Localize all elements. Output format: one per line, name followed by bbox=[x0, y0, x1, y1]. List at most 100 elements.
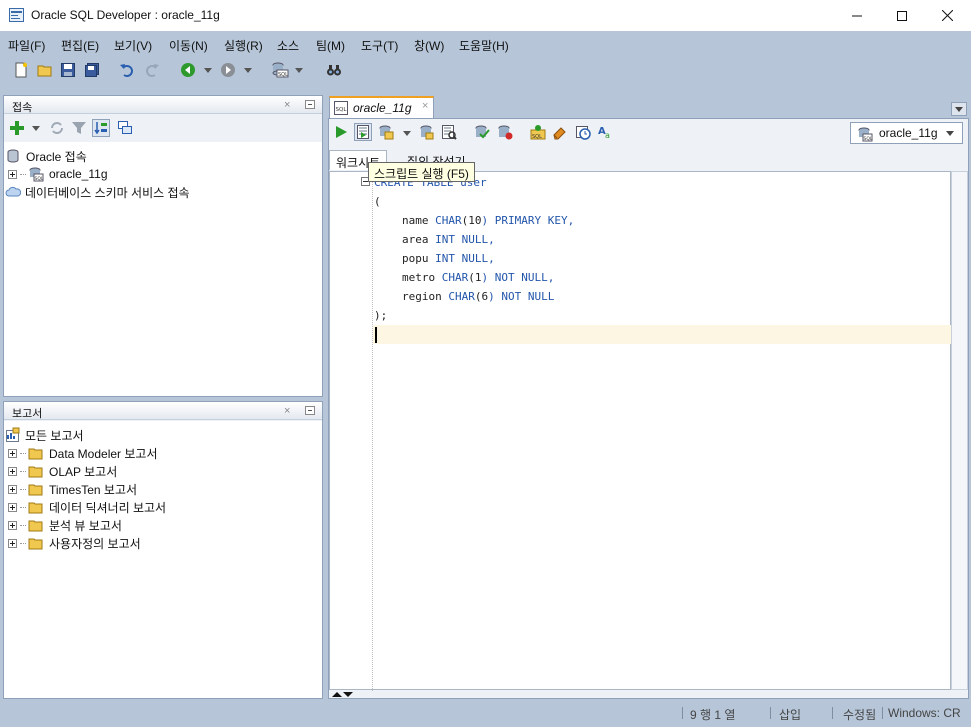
menu-file[interactable]: 파일(F) bbox=[8, 37, 45, 54]
autotrace-icon bbox=[379, 125, 394, 140]
menu-edit[interactable]: 편집(E) bbox=[61, 37, 99, 54]
tree-item-oracle-11g[interactable]: SQL oracle_11g bbox=[8, 165, 108, 183]
tab-oracle-11g[interactable]: SQL oracle_11g × bbox=[329, 96, 434, 118]
rollback-button[interactable] bbox=[496, 123, 514, 141]
expand-icon[interactable] bbox=[8, 466, 17, 476]
run-statement-button[interactable] bbox=[332, 123, 350, 141]
tree-item-all-reports[interactable]: 모든 보고서 bbox=[5, 426, 84, 444]
sql-connection-icon: SQL bbox=[858, 127, 873, 142]
tree-item-report[interactable]: Data Modeler 보고서 bbox=[8, 444, 158, 462]
sql-worksheet-dropdown-icon[interactable] bbox=[295, 68, 303, 74]
expand-icon[interactable] bbox=[8, 448, 17, 458]
manage-connections-button[interactable] bbox=[116, 119, 134, 137]
add-connection-button[interactable] bbox=[8, 119, 26, 137]
folder-icon bbox=[28, 466, 43, 478]
tab-list-dropdown-icon[interactable] bbox=[951, 102, 967, 116]
menu-team[interactable]: 팀(M) bbox=[316, 37, 345, 54]
folder-icon bbox=[28, 502, 43, 514]
commit-check-icon bbox=[475, 125, 490, 139]
code-token: CHAR bbox=[435, 214, 462, 227]
tree-item-oracle-connections[interactable]: Oracle 접속 bbox=[6, 147, 87, 165]
eraser-icon bbox=[553, 127, 566, 140]
tree-item-report[interactable]: 데이터 딕셔너리 보고서 bbox=[8, 498, 166, 516]
code-line-7: region CHAR(6) NOT NULL bbox=[402, 290, 555, 303]
connections-toolbar bbox=[4, 115, 322, 141]
save-all-button[interactable] bbox=[83, 61, 101, 79]
maximize-icon bbox=[897, 10, 907, 21]
tree-item-report[interactable]: TimesTen 보고서 bbox=[8, 480, 137, 498]
sql-developer-app-icon bbox=[9, 8, 24, 22]
forward-button[interactable] bbox=[219, 61, 237, 79]
tree-item-label: oracle_11g bbox=[49, 167, 108, 181]
open-button[interactable] bbox=[36, 61, 54, 79]
expand-icon[interactable] bbox=[8, 169, 17, 179]
expand-icon[interactable] bbox=[8, 502, 17, 512]
connections-tree: Oracle 접속 SQL oracle_11g 데이터베이스 스키마 서비스 … bbox=[4, 142, 322, 396]
editor-vertical-scrollbar[interactable] bbox=[951, 171, 968, 690]
expand-icon[interactable] bbox=[8, 520, 17, 530]
schema-browser-button[interactable] bbox=[92, 119, 110, 137]
find-db-object-button[interactable] bbox=[325, 61, 343, 79]
window-title: Oracle SQL Developer : oracle_11g bbox=[31, 8, 220, 22]
expand-icon[interactable] bbox=[8, 538, 17, 548]
commit-transaction-button[interactable] bbox=[473, 123, 491, 141]
connection-selector[interactable]: SQL oracle_11g bbox=[850, 122, 963, 144]
connections-close-icon[interactable]: × bbox=[284, 99, 290, 111]
sql-tuning-advisor-button[interactable]: SQL bbox=[529, 123, 547, 141]
play-icon bbox=[336, 126, 347, 138]
undo-button[interactable] bbox=[118, 61, 136, 79]
filter-button[interactable] bbox=[70, 119, 88, 137]
run-script-button[interactable] bbox=[354, 123, 372, 141]
tree-item-report[interactable]: OLAP 보고서 bbox=[8, 462, 117, 480]
connections-minimize-icon[interactable] bbox=[305, 100, 315, 109]
menu-view[interactable]: 보기(V) bbox=[114, 37, 152, 54]
menu-run[interactable]: 실행(R) bbox=[224, 37, 263, 54]
reports-close-icon[interactable]: × bbox=[284, 405, 290, 417]
tree-item-report[interactable]: 분석 뷰 보고서 bbox=[8, 516, 122, 534]
code-token: 10 bbox=[468, 214, 482, 227]
format-button[interactable]: Aa bbox=[597, 123, 615, 141]
save-button[interactable] bbox=[59, 61, 77, 79]
back-button[interactable] bbox=[179, 61, 197, 79]
tab-close-icon[interactable]: × bbox=[422, 100, 428, 112]
autotrace-button[interactable] bbox=[377, 123, 395, 141]
menu-navigate[interactable]: 이동(N) bbox=[169, 37, 208, 54]
back-arrow-icon bbox=[181, 63, 195, 77]
explain-plan-button[interactable] bbox=[440, 123, 458, 141]
refresh-button[interactable] bbox=[48, 119, 66, 137]
sql-worksheet-button[interactable]: SQL bbox=[271, 61, 289, 79]
sql-history-button[interactable] bbox=[574, 123, 592, 141]
menu-window[interactable]: 창(W) bbox=[414, 37, 444, 54]
code-line-2: ( bbox=[374, 195, 381, 208]
code-token: popu bbox=[402, 252, 429, 265]
menu-source[interactable]: 소스 bbox=[277, 37, 299, 54]
new-button[interactable] bbox=[12, 61, 30, 79]
code-editor[interactable]: CREATE TABLE user ( name CHAR(10) PRIMAR… bbox=[329, 171, 951, 691]
reports-panel-title: 보고서 bbox=[12, 408, 43, 420]
clear-button[interactable] bbox=[551, 123, 569, 141]
scroll-arrows-icon[interactable] bbox=[332, 691, 354, 698]
tree-item-report[interactable]: 사용자정의 보고서 bbox=[8, 534, 141, 552]
maximize-button[interactable] bbox=[879, 0, 925, 31]
redo-button[interactable] bbox=[143, 61, 161, 79]
reports-minimize-icon[interactable] bbox=[305, 406, 315, 415]
code-token: area bbox=[402, 233, 429, 246]
plus-icon bbox=[10, 121, 24, 135]
code-token: INT NULL, bbox=[435, 233, 495, 246]
window-stack-icon bbox=[118, 121, 132, 134]
tree-item-label: Oracle 접속 bbox=[26, 149, 87, 164]
commit-button[interactable] bbox=[417, 123, 435, 141]
menu-tools[interactable]: 도구(T) bbox=[361, 37, 398, 54]
autotrace-dropdown-icon[interactable] bbox=[403, 131, 411, 137]
add-connection-dropdown-icon[interactable] bbox=[32, 126, 40, 132]
menu-help[interactable]: 도움말(H) bbox=[459, 37, 509, 54]
back-dropdown-icon[interactable] bbox=[204, 68, 212, 74]
tuning-advisor-icon: SQL bbox=[530, 125, 546, 140]
minimize-button[interactable] bbox=[834, 0, 880, 31]
folder-icon bbox=[28, 538, 43, 550]
forward-dropdown-icon[interactable] bbox=[244, 68, 252, 74]
close-window-button[interactable] bbox=[924, 0, 970, 31]
expand-icon[interactable] bbox=[8, 484, 17, 494]
tree-item-schema-service[interactable]: 데이터베이스 스키마 서비스 접속 bbox=[5, 183, 190, 201]
code-token: CHAR bbox=[448, 290, 475, 303]
